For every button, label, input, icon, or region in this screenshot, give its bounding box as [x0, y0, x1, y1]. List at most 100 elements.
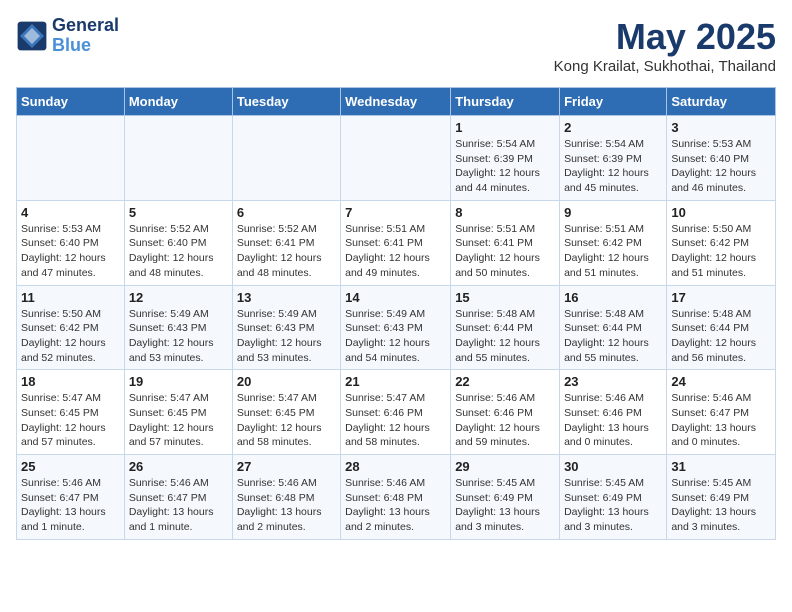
day-number: 7 [345, 205, 446, 220]
calendar-table: SundayMondayTuesdayWednesdayThursdayFrid… [16, 87, 776, 540]
calendar-cell: 14Sunrise: 5:49 AM Sunset: 6:43 PM Dayli… [341, 285, 451, 370]
calendar-week-row: 11 Sunrise: 5:50 AM Sunset: 6:42 PM Dayli… [17, 285, 776, 370]
calendar-week-row: 25 Sunrise: 5:46 AM Sunset: 6:47 PM Dayli… [17, 455, 776, 540]
day-info: Sunrise: 5:45 AM Sunset: 6:49 PM Dayligh… [564, 476, 662, 535]
day-number: 1 [455, 120, 555, 135]
day-number: 10 [671, 205, 771, 220]
day-info: Sunrise: 5:47 AM Sunset: 6:45 PM Dayligh… [21, 391, 120, 450]
day-info: Sunrise: 5:49 AM Sunset: 6:43 PM Dayligh… [129, 307, 228, 366]
day-number: 2 [564, 120, 662, 135]
calendar-cell [124, 116, 232, 201]
day-number: 4 [21, 205, 120, 220]
calendar-cell: 6 Sunrise: 5:52 AM Sunset: 6:41 PM Daylig… [232, 200, 340, 285]
weekday-header-thursday: Thursday [451, 88, 560, 116]
calendar-cell: 3Sunrise: 5:53 AM Sunset: 6:40 PM Daylig… [667, 116, 776, 201]
calendar-cell: 31Sunrise: 5:45 AM Sunset: 6:49 PM Dayli… [667, 455, 776, 540]
day-number: 5 [129, 205, 228, 220]
calendar-cell: 23 Sunrise: 5:46 AM Sunset: 6:46 PM Dayli… [560, 370, 667, 455]
day-info: Sunrise: 5:46 AM Sunset: 6:46 PM Dayligh… [455, 391, 555, 450]
day-info: Sunrise: 5:45 AM Sunset: 6:49 PM Dayligh… [455, 476, 555, 535]
calendar-cell: 27 Sunrise: 5:46 AM Sunset: 6:48 PM Dayli… [232, 455, 340, 540]
calendar-cell: 26Sunrise: 5:46 AM Sunset: 6:47 PM Dayli… [124, 455, 232, 540]
day-info: Sunrise: 5:47 AM Sunset: 6:45 PM Dayligh… [237, 391, 336, 450]
day-info: Sunrise: 5:52 AM Sunset: 6:41 PM Dayligh… [237, 222, 336, 281]
calendar-week-row: 18 Sunrise: 5:47 AM Sunset: 6:45 PM Dayli… [17, 370, 776, 455]
calendar-cell: 17 Sunrise: 5:48 AM Sunset: 6:44 PM Dayli… [667, 285, 776, 370]
calendar-cell: 21 Sunrise: 5:47 AM Sunset: 6:46 PM Dayli… [341, 370, 451, 455]
day-info: Sunrise: 5:51 AM Sunset: 6:42 PM Dayligh… [564, 222, 662, 281]
day-info: Sunrise: 5:46 AM Sunset: 6:48 PM Dayligh… [345, 476, 446, 535]
calendar-cell: 8Sunrise: 5:51 AM Sunset: 6:41 PM Daylig… [451, 200, 560, 285]
day-number: 18 [21, 374, 120, 389]
day-number: 22 [455, 374, 555, 389]
logo-icon [16, 20, 48, 52]
day-info: Sunrise: 5:46 AM Sunset: 6:48 PM Dayligh… [237, 476, 336, 535]
day-info: Sunrise: 5:53 AM Sunset: 6:40 PM Dayligh… [21, 222, 120, 281]
day-number: 25 [21, 459, 120, 474]
page-header: General Blue May 2025 Kong Krailat, Sukh… [16, 16, 776, 75]
calendar-cell: 20 Sunrise: 5:47 AM Sunset: 6:45 PM Dayli… [232, 370, 340, 455]
calendar-cell: 29 Sunrise: 5:45 AM Sunset: 6:49 PM Dayli… [451, 455, 560, 540]
day-number: 20 [237, 374, 336, 389]
day-info: Sunrise: 5:54 AM Sunset: 6:39 PM Dayligh… [564, 137, 662, 196]
day-info: Sunrise: 5:51 AM Sunset: 6:41 PM Dayligh… [345, 222, 446, 281]
day-number: 15 [455, 290, 555, 305]
calendar-cell: 25 Sunrise: 5:46 AM Sunset: 6:47 PM Dayli… [17, 455, 125, 540]
calendar-week-row: 1 Sunrise: 5:54 AM Sunset: 6:39 PM Daylig… [17, 116, 776, 201]
calendar-cell: 9 Sunrise: 5:51 AM Sunset: 6:42 PM Daylig… [560, 200, 667, 285]
day-number: 29 [455, 459, 555, 474]
calendar-cell: 5Sunrise: 5:52 AM Sunset: 6:40 PM Daylig… [124, 200, 232, 285]
day-number: 13 [237, 290, 336, 305]
title-block: May 2025 Kong Krailat, Sukhothai, Thaila… [554, 16, 776, 75]
day-number: 6 [237, 205, 336, 220]
day-number: 28 [345, 459, 446, 474]
day-info: Sunrise: 5:47 AM Sunset: 6:46 PM Dayligh… [345, 391, 446, 450]
day-number: 27 [237, 459, 336, 474]
calendar-subtitle: Kong Krailat, Sukhothai, Thailand [554, 58, 776, 75]
day-info: Sunrise: 5:49 AM Sunset: 6:43 PM Dayligh… [237, 307, 336, 366]
day-info: Sunrise: 5:47 AM Sunset: 6:45 PM Dayligh… [129, 391, 228, 450]
calendar-cell: 19Sunrise: 5:47 AM Sunset: 6:45 PM Dayli… [124, 370, 232, 455]
day-info: Sunrise: 5:51 AM Sunset: 6:41 PM Dayligh… [455, 222, 555, 281]
calendar-cell [17, 116, 125, 201]
day-number: 11 [21, 290, 120, 305]
calendar-cell: 10 Sunrise: 5:50 AM Sunset: 6:42 PM Dayli… [667, 200, 776, 285]
weekday-header-row: SundayMondayTuesdayWednesdayThursdayFrid… [17, 88, 776, 116]
day-info: Sunrise: 5:50 AM Sunset: 6:42 PM Dayligh… [671, 222, 771, 281]
day-number: 9 [564, 205, 662, 220]
logo: General Blue [16, 16, 119, 56]
calendar-cell: 2 Sunrise: 5:54 AM Sunset: 6:39 PM Daylig… [560, 116, 667, 201]
day-number: 23 [564, 374, 662, 389]
logo-text: General Blue [52, 16, 119, 56]
calendar-cell: 11 Sunrise: 5:50 AM Sunset: 6:42 PM Dayli… [17, 285, 125, 370]
day-number: 16 [564, 290, 662, 305]
weekday-header-wednesday: Wednesday [341, 88, 451, 116]
day-number: 14 [345, 290, 446, 305]
calendar-cell: 4 Sunrise: 5:53 AM Sunset: 6:40 PM Daylig… [17, 200, 125, 285]
day-number: 21 [345, 374, 446, 389]
calendar-cell: 16 Sunrise: 5:48 AM Sunset: 6:44 PM Dayli… [560, 285, 667, 370]
day-number: 24 [671, 374, 771, 389]
day-info: Sunrise: 5:45 AM Sunset: 6:49 PM Dayligh… [671, 476, 771, 535]
calendar-cell [232, 116, 340, 201]
calendar-title: May 2025 [554, 16, 776, 58]
day-number: 3 [671, 120, 771, 135]
weekday-header-monday: Monday [124, 88, 232, 116]
calendar-cell [341, 116, 451, 201]
day-info: Sunrise: 5:54 AM Sunset: 6:39 PM Dayligh… [455, 137, 555, 196]
day-info: Sunrise: 5:46 AM Sunset: 6:46 PM Dayligh… [564, 391, 662, 450]
day-info: Sunrise: 5:46 AM Sunset: 6:47 PM Dayligh… [21, 476, 120, 535]
calendar-cell: 30Sunrise: 5:45 AM Sunset: 6:49 PM Dayli… [560, 455, 667, 540]
day-info: Sunrise: 5:50 AM Sunset: 6:42 PM Dayligh… [21, 307, 120, 366]
day-info: Sunrise: 5:48 AM Sunset: 6:44 PM Dayligh… [671, 307, 771, 366]
calendar-cell: 18 Sunrise: 5:47 AM Sunset: 6:45 PM Dayli… [17, 370, 125, 455]
day-info: Sunrise: 5:48 AM Sunset: 6:44 PM Dayligh… [455, 307, 555, 366]
calendar-cell: 22 Sunrise: 5:46 AM Sunset: 6:46 PM Dayli… [451, 370, 560, 455]
day-number: 26 [129, 459, 228, 474]
day-info: Sunrise: 5:46 AM Sunset: 6:47 PM Dayligh… [671, 391, 771, 450]
calendar-cell: 13 Sunrise: 5:49 AM Sunset: 6:43 PM Dayli… [232, 285, 340, 370]
weekday-header-tuesday: Tuesday [232, 88, 340, 116]
day-number: 17 [671, 290, 771, 305]
weekday-header-friday: Friday [560, 88, 667, 116]
day-info: Sunrise: 5:48 AM Sunset: 6:44 PM Dayligh… [564, 307, 662, 366]
